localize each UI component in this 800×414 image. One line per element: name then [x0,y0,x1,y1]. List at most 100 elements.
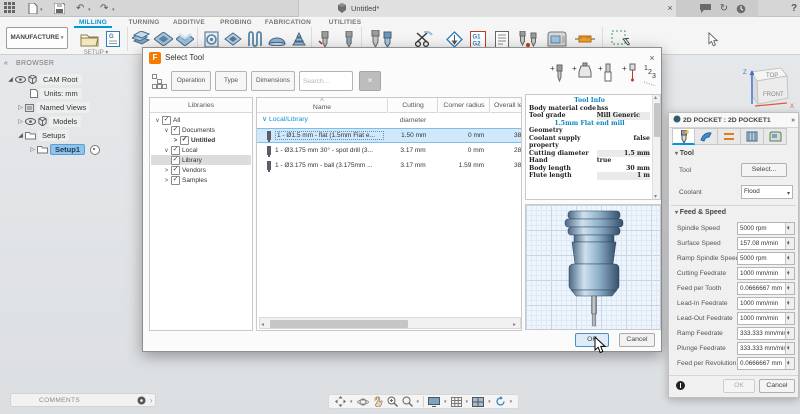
ramp-spindle-speed-input[interactable]: 5000 rpm [737,252,795,265]
table-group-row[interactable]: ∨Local/Library [260,115,308,123]
spiral-tower-icon[interactable] [289,29,309,49]
trim-scissors-icon[interactable] [414,29,434,49]
scallop-dome-icon[interactable] [267,29,287,49]
clear-search-button[interactable]: × [359,71,381,91]
surface-speed-input[interactable]: 157.08 m/min [737,237,795,250]
cutting-feedrate-input[interactable]: 1000 mm/min [737,267,795,280]
browser-item-named-views[interactable]: ▷ Named Views [16,102,90,113]
parallel-toolpath-icon[interactable] [245,29,265,49]
tab-fabrication[interactable]: FABRICATION [262,18,314,28]
table-horizontal-scrollbar[interactable]: ◂ ▸ [259,317,521,329]
column-header-name[interactable]: ᐱ Name [257,98,388,113]
browser-item-units[interactable]: Units: mm [30,88,82,99]
stepper-icon[interactable] [785,283,794,294]
tool-info-scrollbar[interactable]: ▴ ▾ [652,95,660,199]
scrollbar-thumb[interactable] [270,320,408,328]
tool-select-button[interactable]: Select... [741,163,787,177]
lead-in-feedrate-input[interactable]: 1000 mm/min [737,297,795,310]
stepper-icon[interactable] [785,298,794,309]
table-row-tool-2[interactable]: 1 - Ø3.175 mm 30° - spot drill (3... 3.1… [257,143,522,158]
thread-tap-icon[interactable] [339,29,359,49]
column-header-corner-radius[interactable]: Corner radius [439,98,490,113]
stepper-icon[interactable] [785,313,794,324]
grid-snap-caret[interactable]: ▾ [466,399,469,405]
grid-snap-icon[interactable] [451,397,462,407]
expander-icon[interactable]: ▷ [16,104,25,111]
tab-additive[interactable]: ADDITIVE [168,18,210,28]
library-node-documents[interactable]: ∨Documents [162,126,215,135]
pan-icon[interactable] [335,396,346,407]
info-icon[interactable] [676,381,685,390]
viewports-icon[interactable] [472,397,484,407]
operation-panel-header[interactable]: 2D POCKET : 2D POCKET1 » [669,113,798,128]
look-at-hand-icon[interactable] [373,396,383,407]
browser-item-label[interactable]: Units: mm [40,88,82,99]
tab-heights[interactable] [718,128,741,145]
browser-item-label[interactable]: Named Views [36,102,90,113]
dialog-cancel-button[interactable]: Cancel [619,333,655,347]
zoom-icon[interactable] [387,396,398,407]
tool-library-icon[interactable] [516,29,542,49]
filter-dimensions-button[interactable]: Dimensions [251,71,295,91]
viewports-caret[interactable]: ▾ [488,399,491,405]
setup-sheet-icon[interactable]: G [104,29,122,49]
checkbox-icon[interactable] [162,116,171,125]
document-tab[interactable]: Untitled* × [298,0,678,17]
comments-bubble-icon[interactable] [700,4,711,13]
file-menu-caret[interactable]: ▾ [40,7,43,13]
scroll-right-icon[interactable]: ▸ [513,321,516,328]
panel-ok-button[interactable]: OK [723,379,755,393]
fit-icon[interactable] [402,396,413,407]
comments-count-icon[interactable] [137,396,146,405]
window-selection-icon[interactable] [610,29,632,49]
stepper-icon[interactable] [785,253,794,264]
checkbox-icon[interactable] [171,166,180,175]
table-row-tool-3[interactable]: 1 - Ø3.175 mm - ball (3.175mm ... 3.17 m… [257,158,522,173]
table-row-tool-1[interactable]: 1 - Ø1.5 mm - flat (1.5mm Flat e... 1.50… [257,128,522,143]
help-icon[interactable]: ? [788,0,800,17]
browser-item-cam-root[interactable]: ◢ CAM Root [6,74,82,85]
app-grid-icon[interactable] [4,2,18,15]
orbit-icon[interactable] [357,397,369,407]
extensions-icon[interactable]: ↻ [718,0,730,17]
comments-bar[interactable]: COMMENTS › [10,393,156,407]
checkbox-icon[interactable] [171,126,180,135]
stepper-icon[interactable] [785,223,794,234]
fit-caret[interactable]: ▾ [417,399,420,405]
visibility-eye-icon[interactable] [25,118,36,125]
drill-icon[interactable] [315,29,335,49]
library-node-local[interactable]: ∨Local [162,146,198,155]
tab-utilities[interactable]: UTILITIES [324,18,366,28]
viewcube[interactable]: TOP FRONT Z X [733,58,797,116]
library-node-samples[interactable]: >Samples [162,176,207,185]
pan-caret[interactable]: ▾ [350,399,353,405]
spindle-speed-input[interactable]: 5000 rpm [737,222,795,235]
close-tab-icon[interactable]: × [664,1,676,15]
tab-passes[interactable] [741,128,764,145]
pocket-2d-icon[interactable] [153,29,173,49]
stepper-icon[interactable] [785,328,794,339]
feed-per-tooth-input[interactable]: 0.0666667 mm [737,282,795,295]
column-header-cutting-diameter[interactable]: Cutting diameter [389,98,438,113]
scrollbar-thumb[interactable] [654,103,660,137]
refresh-caret[interactable]: ▾ [510,399,513,405]
undo-caret[interactable]: ▾ [88,7,91,13]
stepper-icon[interactable] [785,343,794,354]
library-node-all[interactable]: ∨All [153,116,180,125]
browser-item-label[interactable]: Models [49,116,81,127]
refresh-icon[interactable] [495,396,506,407]
tab-tool[interactable] [672,128,695,145]
tab-geometry[interactable] [695,128,718,145]
browser-item-label-selected[interactable]: Setup1 [50,144,85,155]
viewcube-top-label[interactable]: TOP [766,73,778,79]
machine-library-icon[interactable] [546,29,568,49]
panel-cancel-button[interactable]: Cancel [759,379,795,393]
checkbox-icon[interactable] [171,156,180,165]
tab-linking[interactable] [764,128,787,145]
face-milling-icon[interactable] [131,29,151,49]
tool-search-input[interactable] [299,71,353,91]
inspect-surface-icon[interactable] [444,29,464,49]
tool-category-icon[interactable] [152,74,167,89]
expander-icon[interactable]: ◢ [6,76,15,83]
ramp-feedrate-input[interactable]: 333.333 mm/min [737,327,795,340]
